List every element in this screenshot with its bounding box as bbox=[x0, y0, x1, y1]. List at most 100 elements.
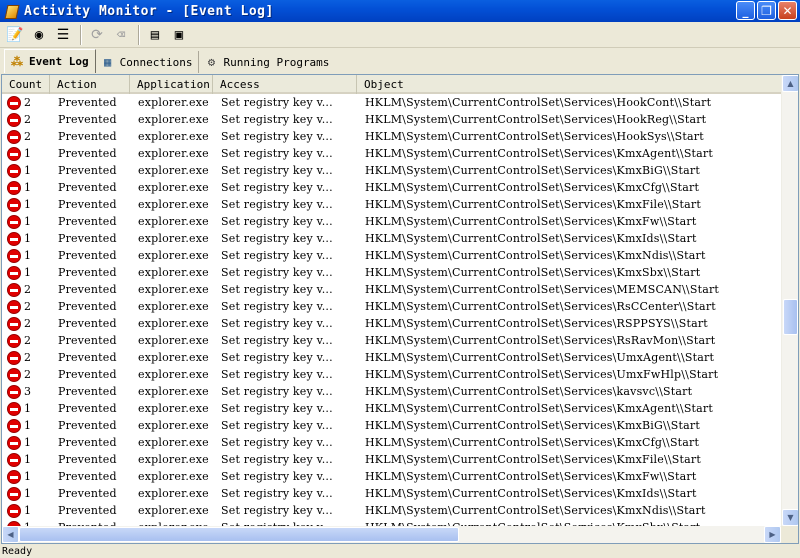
access-cell: Set registry key v... bbox=[221, 368, 333, 381]
column-header-object[interactable]: Object bbox=[357, 75, 782, 94]
table-row[interactable]: 1Preventedexplorer.exeSet registry key v… bbox=[2, 247, 782, 264]
tab-running-programs[interactable]: ⚙ Running Programs bbox=[199, 51, 335, 73]
table-row[interactable]: 1Preventedexplorer.exeSet registry key v… bbox=[2, 145, 782, 162]
count-value: 1 bbox=[24, 181, 32, 194]
count-cell: 1 bbox=[2, 231, 50, 246]
filter-icon[interactable]: ☰ bbox=[52, 24, 74, 46]
count-value: 2 bbox=[24, 317, 32, 330]
vertical-scroll-thumb[interactable] bbox=[783, 299, 798, 335]
table-row[interactable]: 1Preventedexplorer.exeSet registry key v… bbox=[2, 179, 782, 196]
object-cell: HKLM\System\CurrentControlSet\Services\K… bbox=[365, 419, 700, 432]
table-row[interactable]: 1Preventedexplorer.exeSet registry key v… bbox=[2, 417, 782, 434]
object-cell: HKLM\System\CurrentControlSet\Services\K… bbox=[365, 487, 697, 500]
horizontal-scroll-thumb[interactable] bbox=[19, 527, 459, 542]
table-row[interactable]: 1Preventedexplorer.exeSet registry key v… bbox=[2, 434, 782, 451]
access-cell: Set registry key v... bbox=[221, 470, 333, 483]
table-row[interactable]: 2 Prevented explorer.exe Set registry key v… bbox=[2, 298, 782, 315]
tab-event-log[interactable]: ⁂ Event Log bbox=[4, 49, 96, 73]
application-cell: explorer.exe bbox=[138, 300, 209, 313]
scroll-down-arrow-icon[interactable]: ▼ bbox=[782, 509, 798, 526]
object-cell: HKLM\System\CurrentControlSet\Services\K… bbox=[365, 164, 700, 177]
count-value: 2 bbox=[24, 368, 32, 381]
table-row[interactable]: 2 Prevented explorer.exe Set registry key v… bbox=[2, 349, 782, 366]
application-cell: explorer.exe bbox=[138, 368, 209, 381]
count-cell: 1 bbox=[2, 503, 50, 518]
table-row[interactable]: 1Preventedexplorer.exeSet registry key v… bbox=[2, 230, 782, 247]
prevented-stop-icon bbox=[7, 452, 21, 467]
action-cell: Prevented bbox=[58, 368, 117, 381]
scroll-left-arrow-icon[interactable]: ◀ bbox=[2, 526, 19, 543]
prevented-stop-icon bbox=[7, 503, 21, 518]
event-log-list[interactable]: Count Action Application Access Object 2… bbox=[1, 74, 799, 544]
column-header-access[interactable]: Access bbox=[213, 75, 357, 94]
access-cell: Set registry key v... bbox=[221, 504, 333, 517]
column-header-action[interactable]: Action bbox=[50, 75, 130, 94]
table-row[interactable]: 3 Prevented explorer.exe Set registry key v… bbox=[2, 383, 782, 400]
action-cell: Prevented bbox=[58, 504, 117, 517]
tile-vertical-icon[interactable]: ▣ bbox=[168, 24, 190, 46]
table-row[interactable]: 1Preventedexplorer.exeSet registry key v… bbox=[2, 213, 782, 230]
column-header-count[interactable]: Count bbox=[2, 75, 50, 94]
count-cell: 2 bbox=[2, 299, 50, 314]
access-cell: Set registry key v... bbox=[221, 436, 333, 449]
prevented-stop-icon bbox=[7, 146, 21, 161]
table-row[interactable]: 2 Prevented explorer.exe Set registry key v… bbox=[2, 332, 782, 349]
clear-log-icon[interactable]: ⌫ bbox=[110, 24, 132, 46]
scroll-right-arrow-icon[interactable]: ▶ bbox=[764, 526, 781, 543]
application-cell: explorer.exe bbox=[138, 96, 209, 109]
table-row[interactable]: 1Preventedexplorer.exeSet registry key v… bbox=[2, 400, 782, 417]
table-row[interactable]: 1Preventedexplorer.exeSet registry key v… bbox=[2, 485, 782, 502]
count-cell: 1 bbox=[2, 486, 50, 501]
find-binoculars-icon[interactable]: ◉ bbox=[28, 24, 50, 46]
access-cell: Set registry key v... bbox=[221, 113, 333, 126]
status-bar: Ready bbox=[0, 546, 800, 558]
count-cell: 3 bbox=[2, 384, 50, 399]
access-cell: Set registry key v... bbox=[221, 181, 333, 194]
scroll-up-arrow-icon[interactable]: ▲ bbox=[782, 75, 798, 92]
table-row[interactable]: 1Preventedexplorer.exeSet registry key v… bbox=[2, 451, 782, 468]
close-button[interactable]: ✕ bbox=[778, 1, 797, 20]
object-cell: HKLM\System\CurrentControlSet\Services\K… bbox=[365, 198, 701, 211]
prevented-stop-icon bbox=[7, 95, 21, 110]
table-row[interactable]: 1Preventedexplorer.exeSet registry key v… bbox=[2, 162, 782, 179]
application-cell: explorer.exe bbox=[138, 164, 209, 177]
table-row[interactable]: 2 Prevented explorer.exe Set registry key v… bbox=[2, 366, 782, 383]
prevented-stop-icon bbox=[7, 180, 21, 195]
table-row[interactable]: 1Preventedexplorer.exeSet registry key v… bbox=[2, 468, 782, 485]
column-header-application[interactable]: Application bbox=[130, 75, 213, 94]
object-cell: HKLM\System\CurrentControlSet\Services\K… bbox=[365, 470, 697, 483]
status-text: Ready bbox=[2, 546, 33, 557]
table-row[interactable]: 2 Prevented explorer.exe Set registry key v… bbox=[2, 128, 782, 145]
access-cell: Set registry key v... bbox=[221, 385, 333, 398]
refresh-icon[interactable]: ⟳ bbox=[86, 24, 108, 46]
application-cell: explorer.exe bbox=[138, 436, 209, 449]
prevented-stop-icon bbox=[7, 401, 21, 416]
count-cell: 2 bbox=[2, 367, 50, 382]
count-value: 1 bbox=[24, 436, 32, 449]
minimize-button[interactable]: _ bbox=[736, 1, 755, 20]
object-cell: HKLM\System\CurrentControlSet\Services\K… bbox=[365, 436, 700, 449]
table-row[interactable]: 2 Prevented explorer.exe Set registry key v… bbox=[2, 111, 782, 128]
count-value: 1 bbox=[24, 198, 32, 211]
table-row[interactable]: 2 Prevented explorer.exe Set registry key v… bbox=[2, 94, 782, 111]
application-cell: explorer.exe bbox=[138, 198, 209, 211]
count-cell: 1 bbox=[2, 469, 50, 484]
object-cell: HKLM\System\CurrentControlSet\Services\K… bbox=[365, 402, 714, 415]
prevented-stop-icon bbox=[7, 112, 21, 127]
table-row[interactable]: 1Preventedexplorer.exeSet registry key v… bbox=[2, 196, 782, 213]
tab-connections[interactable]: ▦ Connections bbox=[96, 51, 200, 73]
application-cell: explorer.exe bbox=[138, 385, 209, 398]
vertical-scrollbar[interactable]: ▲ ▼ bbox=[781, 75, 798, 526]
properties-icon[interactable]: 📝 bbox=[4, 24, 26, 46]
count-value: 1 bbox=[24, 487, 32, 500]
restore-button[interactable]: ❐ bbox=[757, 1, 776, 20]
action-cell: Prevented bbox=[58, 351, 117, 364]
table-row[interactable]: 1Preventedexplorer.exeSet registry key v… bbox=[2, 502, 782, 519]
table-row[interactable]: 2 Prevented explorer.exe Set registry key v… bbox=[2, 281, 782, 298]
horizontal-scrollbar[interactable]: ◀ ▶ bbox=[2, 526, 798, 543]
table-row[interactable]: 1Preventedexplorer.exeSet registry key v… bbox=[2, 264, 782, 281]
tile-horizontal-icon[interactable]: ▤ bbox=[144, 24, 166, 46]
access-cell: Set registry key v... bbox=[221, 402, 333, 415]
table-row[interactable]: 1Preventedexplorer.exeSet registry key v… bbox=[2, 519, 782, 526]
table-row[interactable]: 2 Prevented explorer.exe Set registry key v… bbox=[2, 315, 782, 332]
